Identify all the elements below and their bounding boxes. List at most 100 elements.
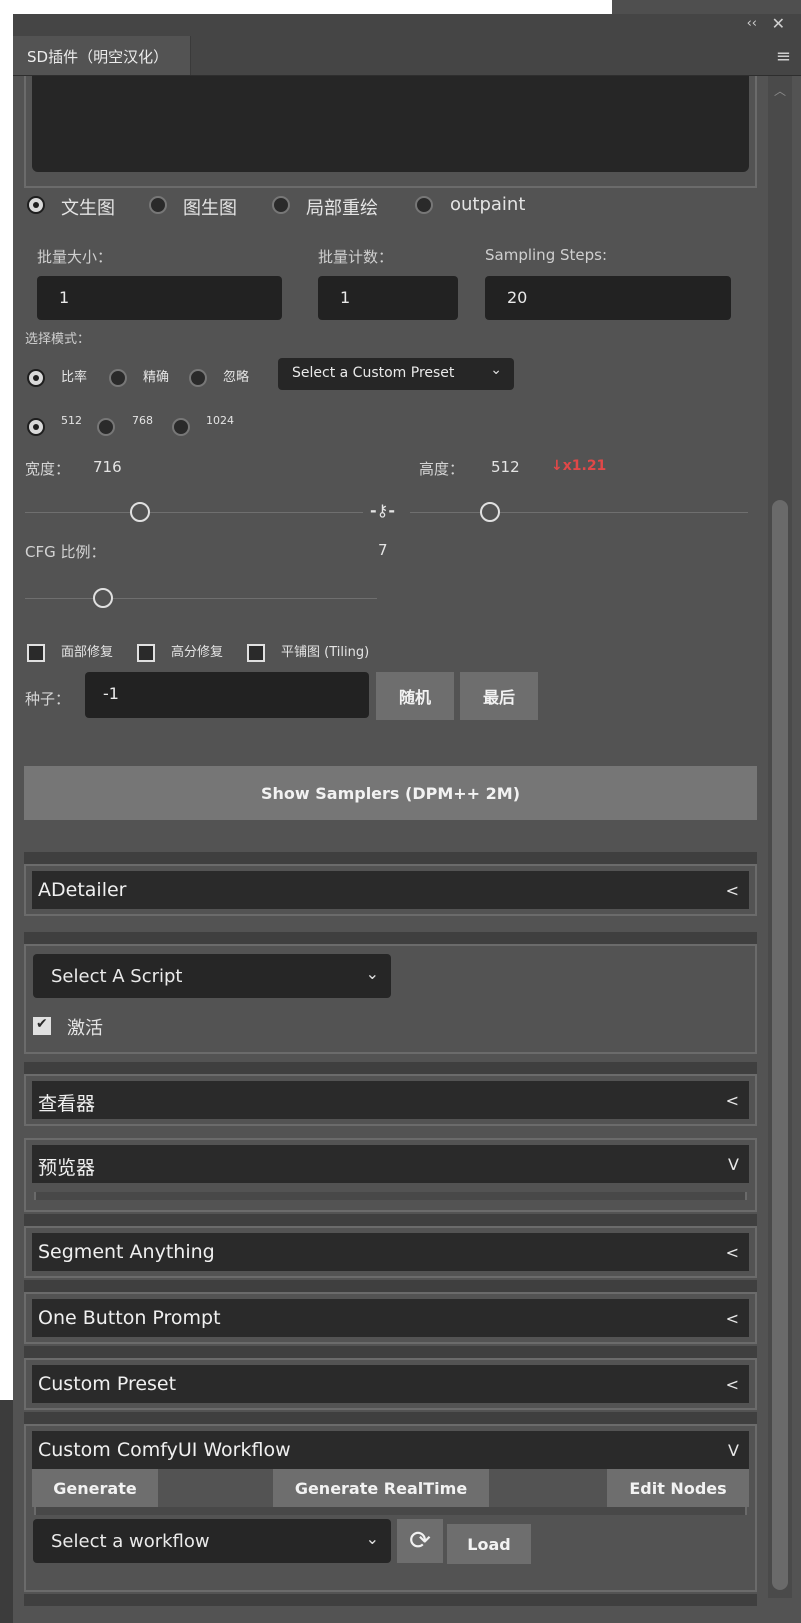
segment-anything-title: Segment Anything: [38, 1241, 215, 1263]
refresh-workflows-button[interactable]: ⟳: [397, 1519, 443, 1563]
collapse-arrow-icon: <: [725, 1091, 739, 1110]
width-slider-track[interactable]: [25, 512, 363, 513]
workflow-select-label: Select a workflow: [51, 1531, 210, 1552]
height-slider-knob[interactable]: [480, 502, 500, 522]
previewer-content: [34, 1192, 747, 1200]
section-separator: [24, 1214, 757, 1226]
custom-preset-select-label: Select a Custom Preset: [292, 365, 455, 381]
seed-label: 种子：: [25, 690, 71, 708]
radio-img2img[interactable]: [149, 196, 167, 214]
width-value: 716: [93, 458, 122, 476]
last-seed-button[interactable]: 最后: [460, 672, 538, 720]
custom-preset-header[interactable]: Custom Preset <: [32, 1365, 749, 1403]
height-label: 高度：: [419, 460, 465, 478]
collapse-arrow-icon: <: [725, 1309, 739, 1328]
radio-exact[interactable]: [109, 369, 127, 387]
adetailer-header[interactable]: ADetailer <: [32, 871, 749, 909]
scrollbar-thumb[interactable]: [772, 500, 788, 1590]
close-panel-icon[interactable]: ✕: [772, 14, 785, 33]
previewer-header[interactable]: 预览器 V: [32, 1145, 749, 1183]
link-aspect-icon[interactable]: -⚷-: [370, 501, 395, 520]
comfyui-workflow-header[interactable]: Custom ComfyUI Workflow V: [32, 1431, 749, 1469]
sampling-steps-label: Sampling Steps:: [485, 246, 607, 264]
edit-nodes-button[interactable]: Edit Nodes: [607, 1469, 749, 1507]
radio-exact-label: 精确: [143, 370, 170, 385]
batch-size-input[interactable]: 1: [37, 276, 282, 320]
workflow-select[interactable]: Select a workflow ⌄: [33, 1519, 391, 1563]
panel-titlebar: ‹‹ ✕: [13, 14, 801, 36]
face-restore-checkbox[interactable]: [27, 644, 45, 662]
previewer-title: 预览器: [38, 1157, 96, 1179]
tab-bar: SD插件（明空汉化） ≡: [13, 36, 801, 76]
show-samplers-button[interactable]: Show Samplers (DPM++ 2M): [24, 766, 757, 820]
cfg-slider-track[interactable]: [25, 598, 377, 599]
width-slider-knob[interactable]: [130, 502, 150, 522]
background-window-edge: [0, 0, 13, 1400]
refresh-icon: ⟳: [409, 1526, 431, 1556]
radio-512[interactable]: [27, 418, 45, 436]
script-select[interactable]: Select A Script ⌄: [33, 954, 391, 998]
section-separator: [24, 1346, 757, 1358]
tab-sd-plugin[interactable]: SD插件（明空汉化）: [13, 36, 191, 75]
chevron-down-icon: ⌄: [365, 964, 379, 983]
radio-txt2img-label: 文生图: [61, 198, 115, 219]
expand-arrow-icon: V: [728, 1155, 739, 1174]
expand-arrow-icon: V: [728, 1441, 739, 1460]
custom-preset-select[interactable]: Select a Custom Preset ⌄: [278, 358, 514, 390]
section-separator: [24, 1412, 757, 1424]
radio-outpaint-label: outpaint: [450, 194, 526, 215]
scale-indicator: ↓x1.21: [551, 458, 607, 474]
generate-realtime-button[interactable]: Generate RealTime: [273, 1469, 489, 1507]
radio-outpaint[interactable]: [415, 196, 433, 214]
comfyui-toolbar-bar: [34, 1507, 747, 1515]
tiling-checkbox[interactable]: [247, 644, 265, 662]
comfyui-workflow-title: Custom ComfyUI Workflow: [38, 1439, 291, 1461]
adetailer-title: ADetailer: [38, 879, 127, 901]
segment-anything-header[interactable]: Segment Anything <: [32, 1233, 749, 1271]
generate-button[interactable]: Generate: [32, 1469, 158, 1507]
cfg-value: 7: [378, 541, 388, 559]
radio-768[interactable]: [97, 418, 115, 436]
hires-fix-checkbox[interactable]: [137, 644, 155, 662]
selection-mode-label: 选择模式：: [25, 332, 91, 347]
sampling-steps-input[interactable]: 20: [485, 276, 731, 320]
panel-menu-icon[interactable]: ≡: [776, 46, 791, 67]
section-separator: [24, 1062, 757, 1074]
hires-fix-label: 高分修复: [171, 645, 224, 660]
collapse-panel-icon[interactable]: ‹‹: [747, 16, 757, 31]
tiling-label: 平铺图 (Tiling): [281, 645, 370, 660]
collapse-arrow-icon: <: [725, 1375, 739, 1394]
viewer-header[interactable]: 查看器 <: [32, 1081, 749, 1119]
width-label: 宽度：: [25, 460, 71, 478]
collapse-arrow-icon: <: [725, 881, 739, 900]
background-window: [0, 0, 612, 14]
batch-size-label: 批量大小：: [37, 248, 113, 266]
height-slider-track[interactable]: [410, 512, 748, 513]
radio-ratio[interactable]: [27, 369, 45, 387]
radio-1024-label: 1024: [206, 414, 234, 427]
activate-checkbox[interactable]: [33, 1016, 51, 1035]
one-button-prompt-header[interactable]: One Button Prompt <: [32, 1299, 749, 1337]
script-select-label: Select A Script: [51, 966, 183, 987]
random-seed-button[interactable]: 随机: [376, 672, 454, 720]
batch-count-input[interactable]: 1: [318, 276, 458, 320]
prompt-textarea[interactable]: [32, 76, 749, 172]
radio-ignore-label: 忽略: [223, 370, 250, 385]
section-separator: [24, 1594, 757, 1606]
face-restore-label: 面部修复: [61, 645, 114, 660]
height-value: 512: [491, 458, 520, 476]
activate-label: 激活: [67, 1018, 103, 1039]
radio-inpaint-label: 局部重绘: [306, 198, 378, 219]
radio-inpaint[interactable]: [272, 196, 290, 214]
radio-ignore[interactable]: [189, 369, 207, 387]
load-workflow-button[interactable]: Load: [447, 1524, 531, 1564]
radio-txt2img[interactable]: [27, 196, 45, 214]
section-separator: [24, 932, 757, 944]
scroll-up-icon[interactable]: ︿: [774, 82, 786, 99]
seed-input[interactable]: -1: [85, 672, 369, 718]
batch-count-label: 批量计数：: [318, 248, 394, 266]
chevron-down-icon: ⌄: [365, 1529, 379, 1548]
custom-preset-title: Custom Preset: [38, 1373, 177, 1395]
cfg-slider-knob[interactable]: [93, 588, 113, 608]
radio-1024[interactable]: [172, 418, 190, 436]
